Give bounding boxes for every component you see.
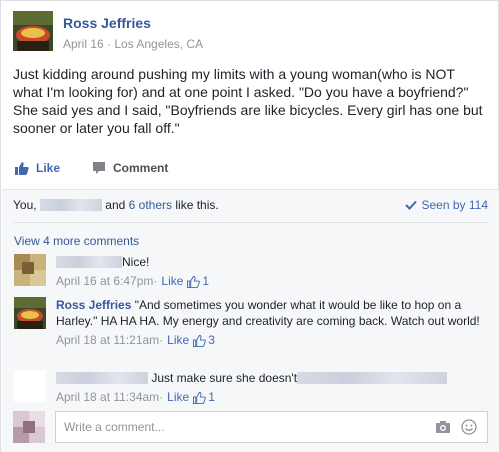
comment-body: Nice! April 16 at 6:47pm · Like 1: [56, 254, 486, 289]
commenter-name[interactable]: Ross Jeffries: [56, 298, 131, 312]
comment-text: Just make sure she doesn't: [151, 371, 298, 385]
thumbs-up-icon: [193, 391, 206, 404]
thumbs-up-icon: [15, 162, 29, 175]
post-header: Ross Jeffries April 16 · Los Angeles, CA: [13, 11, 483, 55]
commenter-avatar[interactable]: [14, 370, 46, 402]
comment-meta: April 18 at 11:34am · Like 1: [56, 389, 215, 405]
comment-body: Ross Jeffries "And sometimes you wonder …: [56, 297, 486, 348]
comments-section: You, and 6 others like this. Seen by 114…: [2, 189, 499, 452]
comment-like-link[interactable]: Like: [161, 273, 183, 289]
redacted-commenter-name[interactable]: [56, 256, 122, 268]
likes-you: You,: [13, 198, 37, 212]
emoji-icon[interactable]: [461, 419, 477, 435]
like-button[interactable]: Like: [15, 161, 60, 175]
comment-item: Ross Jeffries "And sometimes you wonder …: [14, 297, 489, 361]
redacted-name: [39, 199, 102, 211]
comment-time[interactable]: April 18 at 11:34am: [56, 389, 159, 405]
seen-by-label: Seen by 114: [421, 198, 489, 212]
comment-body: Just make sure she doesn't April 18 at 1…: [56, 370, 486, 405]
comment-time[interactable]: April 18 at 11:21am: [56, 332, 159, 348]
comment-input-placeholder: Write a comment...: [64, 420, 165, 434]
seen-by[interactable]: Seen by 114: [404, 198, 489, 212]
post-author[interactable]: Ross Jeffries: [63, 15, 151, 31]
redacted-text: [297, 372, 448, 384]
camera-icon[interactable]: [435, 420, 451, 434]
comment-label: Comment: [113, 161, 169, 175]
comment-meta: April 16 at 6:47pm · Like 1: [56, 273, 210, 289]
comment-text: Nice!: [122, 255, 150, 269]
likes-and: and: [105, 198, 126, 212]
comment-meta: April 18 at 11:21am · Like 3: [56, 332, 215, 348]
comment-like-link[interactable]: Like: [167, 389, 189, 405]
like-label: Like: [36, 161, 61, 175]
view-more-comments-link[interactable]: View 4 more comments: [14, 234, 139, 248]
comment-like-count[interactable]: 3: [208, 332, 215, 348]
speech-bubble-icon: [93, 162, 105, 174]
comment-input[interactable]: Write a comment...: [55, 411, 488, 443]
viewer-avatar: [13, 411, 45, 443]
post-body: Just kidding around pushing my limits wi…: [13, 66, 483, 136]
redacted-commenter-name[interactable]: [56, 372, 148, 384]
post-meta: April 16 · Los Angeles, CA: [63, 37, 204, 51]
comment-button[interactable]: Comment: [92, 161, 499, 175]
comment-item: Nice! April 16 at 6:47pm · Like 1: [14, 254, 489, 290]
likes-suffix: like this.: [175, 198, 219, 212]
divider: [13, 222, 488, 223]
comment-like-count[interactable]: 1: [202, 273, 209, 289]
thumbs-up-icon: [193, 334, 206, 347]
commenter-avatar[interactable]: [14, 297, 46, 329]
commenter-avatar[interactable]: [14, 254, 46, 286]
checkmark-icon: [404, 200, 417, 210]
post-actions: Like Comment: [13, 161, 483, 181]
post-card: Ross Jeffries April 16 · Los Angeles, CA…: [0, 0, 499, 452]
comment-like-count[interactable]: 1: [208, 389, 215, 405]
likes-summary: You, and 6 others like this. Seen by 114: [13, 198, 488, 216]
thumbs-up-icon: [187, 275, 201, 288]
comment-composer: Write a comment...: [13, 411, 488, 443]
author-avatar[interactable]: [13, 11, 53, 51]
comment-like-link[interactable]: Like: [167, 332, 189, 348]
likes-others-link[interactable]: 6 others: [129, 198, 172, 212]
comment-time[interactable]: April 16 at 6:47pm: [56, 273, 153, 289]
comment-item: Just make sure she doesn't April 18 at 1…: [14, 370, 489, 406]
